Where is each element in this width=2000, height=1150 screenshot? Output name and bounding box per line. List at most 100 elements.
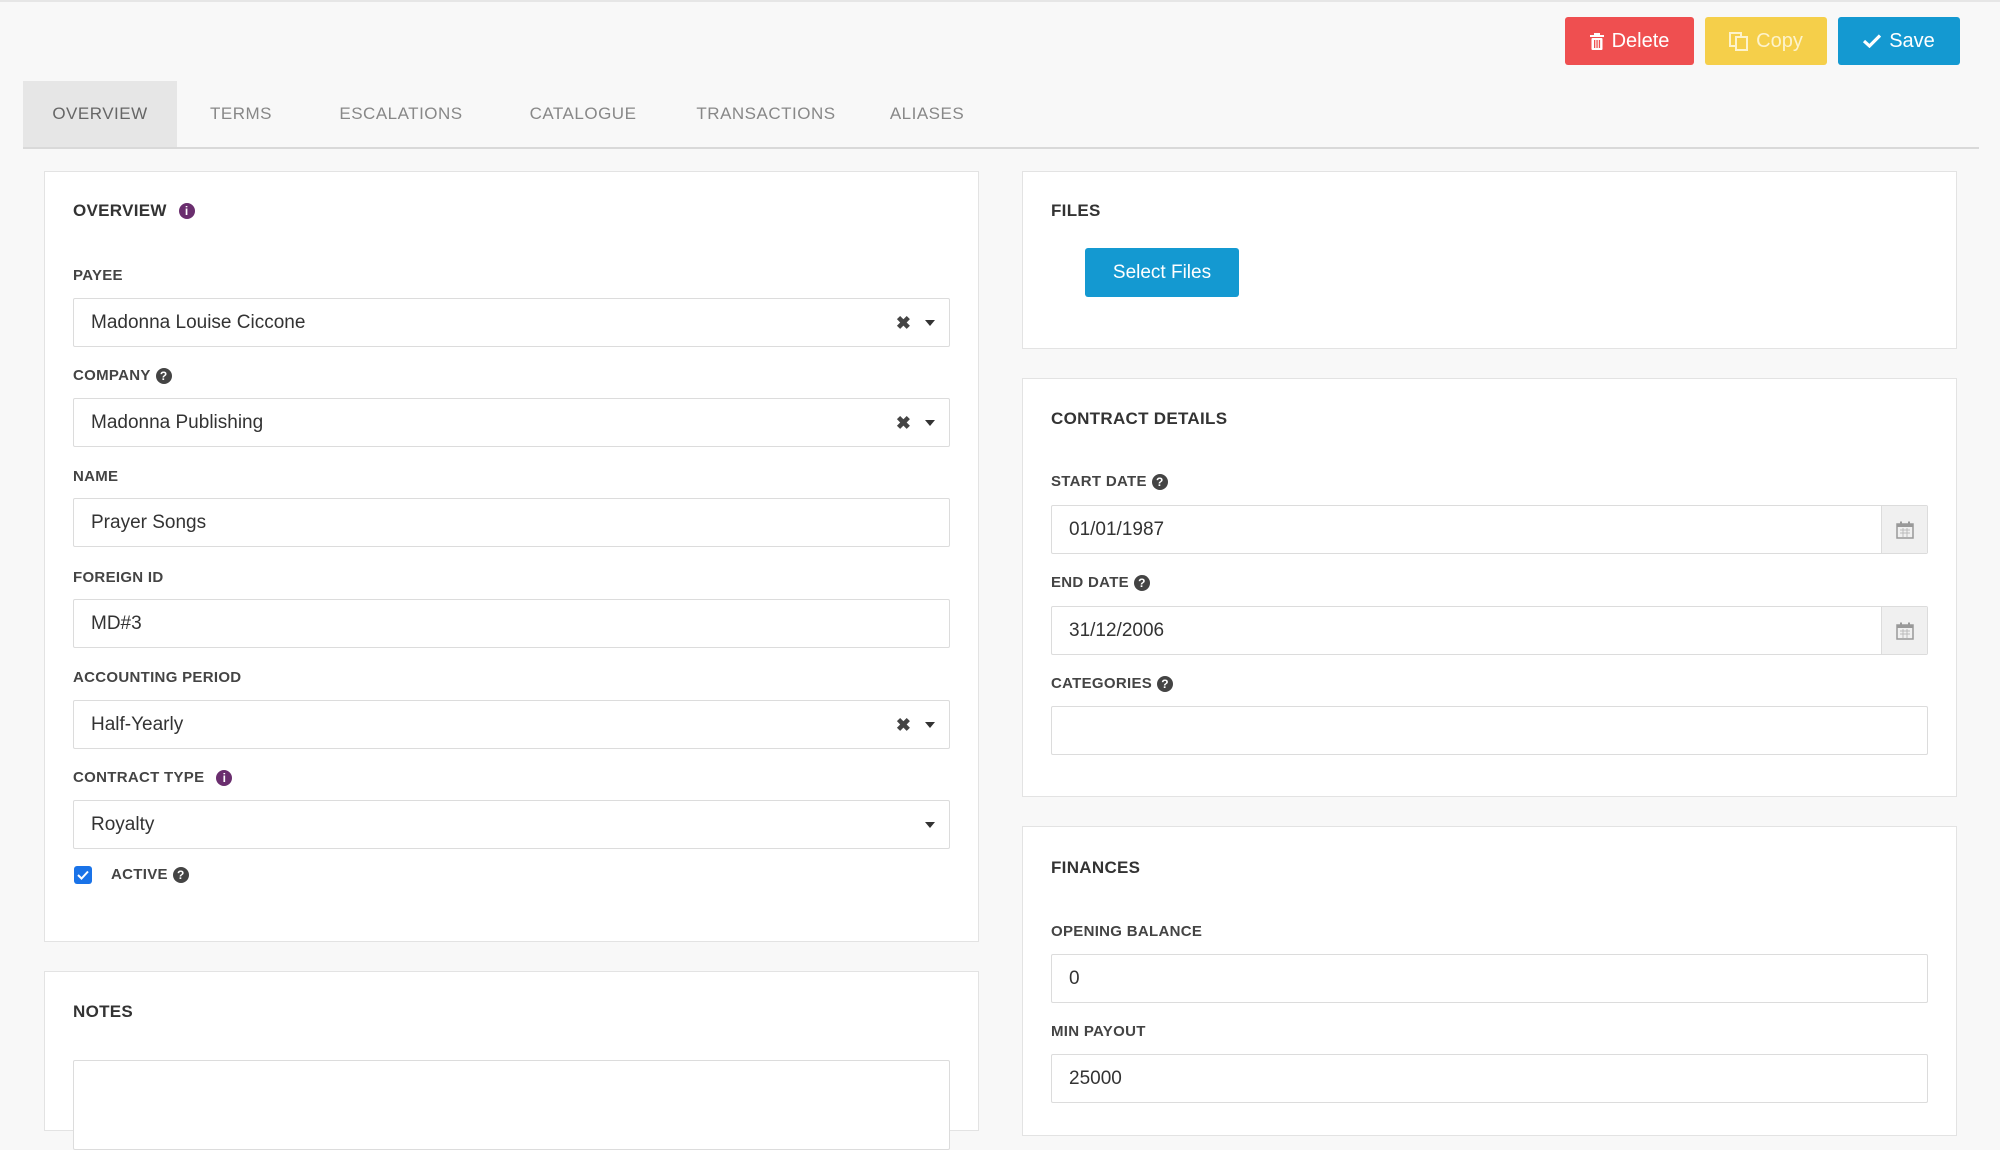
tab-terms[interactable]: TERMS [177,81,305,147]
opening-balance-input[interactable]: 0 [1051,954,1928,1003]
contract-type-select[interactable]: Royalty [73,800,950,849]
tab-label: ESCALATIONS [339,104,463,123]
foreign-id-label-text: FOREIGN ID [73,569,164,586]
notes-textarea[interactable] [73,1060,950,1150]
contract-details-title-text: CONTRACT DETAILS [1051,409,1228,428]
company-value: Madonna Publishing [91,411,264,433]
question-circle-icon[interactable]: ? [1151,473,1168,490]
categories-label-text: CATEGORIES [1051,675,1153,692]
accounting-period-label-text: ACCOUNTING PERIOD [73,669,242,686]
start-date-label-text: START DATE [1051,473,1147,490]
categories-input[interactable] [1051,706,1928,755]
foreign-id-label: FOREIGN ID [73,569,164,586]
delete-button[interactable]: Delete [1565,17,1694,65]
copy-button-label: Copy [1756,29,1803,52]
end-date-label-text: END DATE [1051,574,1129,591]
chevron-down-icon[interactable] [925,722,935,728]
start-date-value: 01/01/1987 [1069,518,1165,540]
select-files-label: Select Files [1112,261,1212,283]
calendar-icon[interactable] [1881,607,1927,654]
name-label: NAME [73,468,118,485]
name-label-text: NAME [73,468,119,485]
top-border [0,0,2000,2]
active-label: ACTIVE? [111,866,189,883]
categories-label: CATEGORIES? [1051,675,1174,692]
name-value: Prayer Songs [91,511,207,533]
name-input[interactable]: Prayer Songs [73,498,950,547]
opening-balance-label-text: OPENING BALANCE [1051,923,1203,940]
tab-bar: OVERVIEW TERMS ESCALATIONS CATALOGUE TRA… [23,81,1979,149]
trash-icon [1589,32,1604,50]
chevron-down-icon[interactable] [925,320,935,326]
chevron-down-icon[interactable] [925,822,935,828]
company-label: COMPANY? [73,367,172,384]
payee-label: PAYEE [73,267,123,284]
accounting-period-select[interactable]: Half-Yearly ✖ [73,700,950,749]
chevron-down-icon[interactable] [925,420,935,426]
tab-aliases[interactable]: ALIASES [863,81,991,147]
end-date-label: END DATE? [1051,574,1150,591]
accounting-period-label: ACCOUNTING PERIOD [73,669,241,686]
finances-title: FINANCES [1051,858,1140,878]
files-title: FILES [1051,201,1101,221]
save-button-label: Save [1889,29,1935,52]
question-circle-icon[interactable]: ? [172,866,189,883]
payee-label-text: PAYEE [73,267,123,284]
info-icon[interactable]: i [216,769,233,786]
tab-label: TERMS [210,104,272,123]
finances-title-text: FINANCES [1051,858,1141,877]
clear-icon[interactable]: ✖ [896,313,911,334]
contract-type-label-text: CONTRACT TYPE [73,769,205,786]
contract-type-label: CONTRACT TYPE i [73,769,233,786]
notes-title-text: NOTES [73,1002,134,1021]
files-title-text: FILES [1051,201,1101,220]
notes-title: NOTES [73,1002,133,1022]
company-select[interactable]: Madonna Publishing ✖ [73,398,950,447]
tab-escalations[interactable]: ESCALATIONS [305,81,497,147]
question-circle-icon[interactable]: ? [1157,675,1174,692]
start-date-label: START DATE? [1051,473,1168,490]
overview-panel: OVERVIEW i PAYEE Madonna Louise Ciccone … [44,171,979,942]
min-payout-input[interactable]: 25000 [1051,1054,1928,1103]
payee-select[interactable]: Madonna Louise Ciccone ✖ [73,298,950,347]
overview-title: OVERVIEW i [73,201,195,221]
end-date-value: 31/12/2006 [1069,619,1165,641]
calendar-icon[interactable] [1881,506,1927,553]
tab-label: ALIASES [889,104,965,123]
notes-panel: NOTES [44,971,979,1150]
copy-button[interactable]: Copy [1705,17,1827,65]
active-checkbox[interactable] [74,866,92,884]
question-circle-icon[interactable]: ? [155,367,172,384]
tab-overview[interactable]: OVERVIEW [23,81,177,147]
tab-label: TRANSACTIONS [696,104,836,123]
company-label-text: COMPANY [73,367,151,384]
min-payout-label-text: MIN PAYOUT [1051,1023,1146,1040]
active-label-text: ACTIVE [111,866,168,883]
contract-details-panel: CONTRACT DETAILS START DATE? 01/01/1987 … [1022,378,1957,797]
tab-label: CATALOGUE [529,104,637,123]
start-date-input[interactable]: 01/01/1987 [1051,505,1928,554]
accounting-period-value: Half-Yearly [91,713,184,735]
contract-type-value: Royalty [91,813,155,835]
min-payout-value: 25000 [1069,1067,1122,1089]
check-icon [1863,34,1882,48]
save-button[interactable]: Save [1838,17,1960,65]
check-icon [77,870,89,880]
foreign-id-input[interactable]: MD#3 [73,599,950,648]
min-payout-label: MIN PAYOUT [1051,1023,1146,1040]
overview-title-text: OVERVIEW [73,201,167,220]
finances-panel: FINANCES OPENING BALANCE 0 MIN PAYOUT 25… [1022,826,1957,1136]
clear-icon[interactable]: ✖ [896,413,911,434]
tab-transactions[interactable]: TRANSACTIONS [669,81,863,147]
files-panel: FILES Select Files [1022,171,1957,349]
end-date-input[interactable]: 31/12/2006 [1051,606,1928,655]
clear-icon[interactable]: ✖ [896,715,911,736]
opening-balance-value: 0 [1069,967,1080,989]
info-icon[interactable]: i [178,203,195,219]
opening-balance-label: OPENING BALANCE [1051,923,1202,940]
tab-label: OVERVIEW [52,104,148,123]
select-files-button[interactable]: Select Files [1085,248,1239,297]
question-circle-icon[interactable]: ? [1133,574,1150,591]
tab-catalogue[interactable]: CATALOGUE [497,81,669,147]
copy-icon [1729,31,1749,51]
